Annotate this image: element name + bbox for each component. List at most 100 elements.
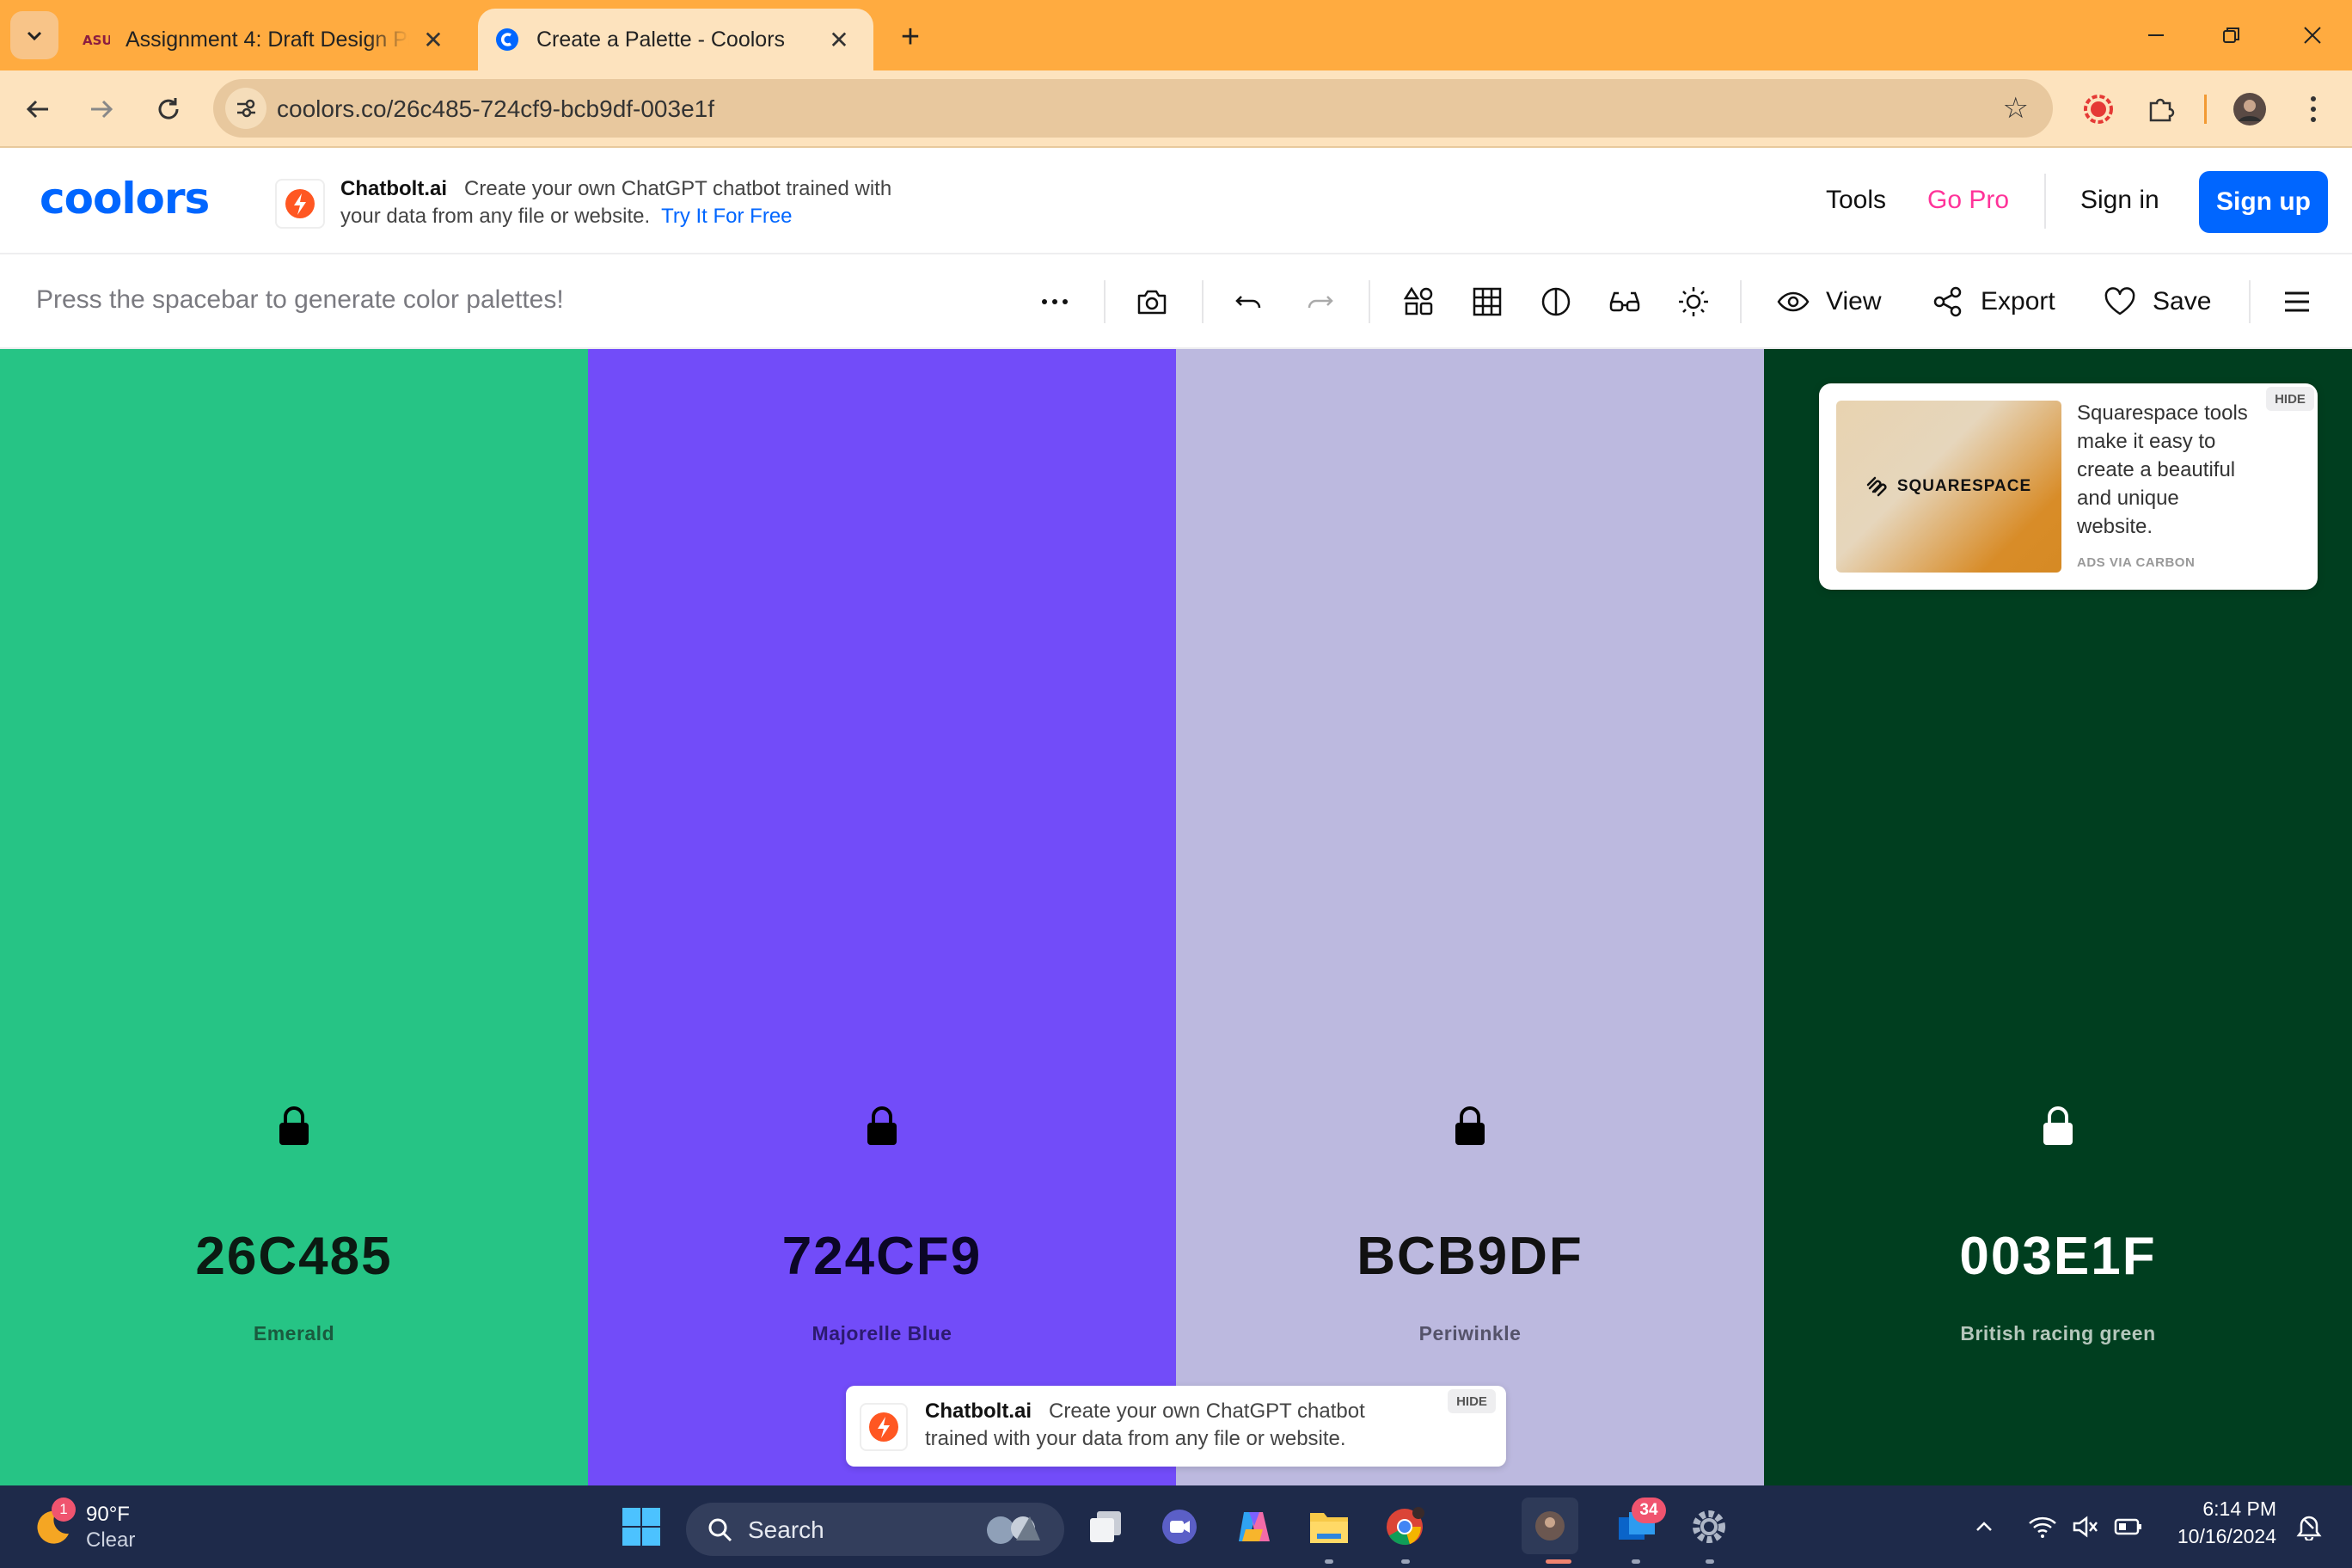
restore-icon[interactable]	[2206, 15, 2257, 55]
address-bar[interactable]: coolors.co/26c485-724cf9-bcb9df-003e1f ☆	[213, 79, 2053, 138]
mail-badge: 34	[1632, 1498, 1666, 1523]
search-icon	[708, 1518, 732, 1542]
ad-cta-link[interactable]: Try It For Free	[661, 205, 792, 228]
running-indicator	[1632, 1559, 1640, 1564]
glasses-icon[interactable]	[1606, 278, 1644, 326]
back-arrow-icon[interactable]	[15, 87, 60, 132]
hide-ad-button[interactable]: HIDE	[2266, 387, 2314, 411]
browser-toolbar: coolors.co/26c485-724cf9-bcb9df-003e1f ☆	[0, 70, 2352, 148]
teams-chat-icon[interactable]	[1155, 1503, 1204, 1551]
heart-icon	[2104, 287, 2135, 315]
go-pro-link[interactable]: Go Pro	[1927, 186, 2009, 215]
task-view-icon[interactable]	[1081, 1503, 1130, 1551]
extension-icon[interactable]	[2079, 89, 2118, 129]
sign-in-link[interactable]: Sign in	[2080, 186, 2159, 215]
asu-icon: ASU	[83, 26, 110, 53]
color-name[interactable]: Majorelle Blue	[588, 1322, 1176, 1345]
reload-icon[interactable]	[146, 87, 191, 132]
grid-icon[interactable]	[1468, 278, 1506, 326]
tab-coolors[interactable]: Create a Palette - Coolors ✕	[478, 9, 873, 70]
lock-icon[interactable]	[865, 1106, 899, 1147]
windows-start-icon[interactable]	[617, 1503, 665, 1551]
weather-badge: 1	[52, 1498, 76, 1522]
sign-up-button[interactable]: Sign up	[2199, 171, 2328, 233]
carbon-ad[interactable]: SQUARESPACE Squarespace tools make it ea…	[1819, 383, 2318, 590]
more-options-icon[interactable]	[1033, 278, 1076, 326]
taskbar-search[interactable]: Search	[686, 1503, 1064, 1556]
lock-icon[interactable]	[1453, 1106, 1487, 1147]
profile-avatar[interactable]	[2230, 89, 2269, 129]
export-button[interactable]: Export	[1931, 278, 2055, 326]
running-indicator	[1325, 1559, 1333, 1564]
eye-icon	[1777, 291, 1810, 312]
hex-code[interactable]: 26C485	[0, 1226, 588, 1287]
show-hidden-icons-chevron[interactable]	[1967, 1503, 2001, 1551]
url-text: coolors.co/26c485-724cf9-bcb9df-003e1f	[277, 95, 715, 122]
wifi-icon[interactable]	[2024, 1503, 2061, 1551]
contrast-icon[interactable]	[1537, 278, 1575, 326]
ad-brand: Chatbolt.ai	[925, 1400, 1032, 1423]
color-column[interactable]: BCB9DF Periwinkle	[1176, 349, 1764, 1485]
bookmark-star-icon[interactable]: ☆	[2003, 91, 2029, 126]
hide-ad-button[interactable]: HIDE	[1448, 1389, 1496, 1413]
lock-icon[interactable]	[2041, 1106, 2075, 1147]
color-name[interactable]: Emerald	[0, 1322, 588, 1345]
toolbar-divider	[1369, 280, 1370, 323]
notification-bell-icon[interactable]	[2290, 1503, 2328, 1551]
bottom-ad[interactable]: Chatbolt.ai Create your own ChatGPT chat…	[846, 1386, 1506, 1467]
view-label: View	[1826, 287, 1882, 315]
tab-search-button[interactable]	[10, 11, 58, 59]
weather-condition: Clear	[86, 1528, 136, 1552]
site-info-icon[interactable]	[225, 88, 266, 129]
forward-arrow-icon[interactable]	[79, 87, 124, 132]
ad-body-text[interactable]: Squarespace tools make it easy to create…	[2077, 399, 2257, 541]
puzzle-extensions-icon[interactable]	[2141, 89, 2180, 129]
color-column[interactable]: 724CF9 Majorelle Blue	[588, 349, 1176, 1485]
toolbar-divider	[1104, 280, 1106, 323]
copilot-icon[interactable]	[1229, 1503, 1277, 1551]
chevron-down-icon	[27, 31, 42, 41]
profile-app-icon[interactable]	[1522, 1498, 1578, 1554]
weather-widget[interactable]: 1 90°F Clear	[26, 1498, 198, 1558]
view-button[interactable]: View	[1776, 278, 1881, 326]
shapes-icon[interactable]	[1400, 278, 1437, 326]
close-window-icon[interactable]	[2287, 15, 2338, 55]
hex-code[interactable]: BCB9DF	[1176, 1226, 1764, 1287]
toolbar-divider	[2249, 280, 2251, 323]
running-indicator	[1546, 1559, 1571, 1564]
tab-strip: ASU Assignment 4: Draft Design Pro ✕ Cre…	[0, 0, 2352, 70]
toolbar-divider	[1740, 280, 1742, 323]
file-explorer-icon[interactable]	[1305, 1503, 1353, 1551]
minimize-icon[interactable]	[2130, 15, 2182, 55]
volume-muted-icon[interactable]	[2067, 1503, 2104, 1551]
hex-code[interactable]: 724CF9	[588, 1226, 1176, 1287]
lock-icon[interactable]	[277, 1106, 311, 1147]
ads-via-carbon[interactable]: ADS VIA CARBON	[2077, 555, 2195, 570]
hex-code[interactable]: 003E1F	[1764, 1226, 2352, 1287]
squarespace-ad-image[interactable]: SQUARESPACE	[1836, 401, 2061, 573]
more-menu-icon[interactable]	[2294, 89, 2333, 129]
color-name[interactable]: Periwinkle	[1176, 1322, 1764, 1345]
settings-gear-icon[interactable]	[1685, 1503, 1733, 1551]
color-column[interactable]: 26C485 Emerald	[0, 349, 588, 1485]
close-tab-icon[interactable]: ✕	[824, 24, 854, 55]
save-button[interactable]: Save	[2103, 278, 2211, 326]
tab-title: Assignment 4: Draft Design Pro	[126, 27, 409, 52]
tab-assignment[interactable]: ASU Assignment 4: Draft Design Pro ✕	[72, 9, 468, 70]
new-tab-button[interactable]: +	[891, 17, 930, 57]
camera-icon[interactable]	[1133, 278, 1171, 326]
hamburger-menu-icon[interactable]	[2278, 278, 2316, 326]
sun-icon[interactable]	[1675, 278, 1712, 326]
svg-text:ASU: ASU	[83, 33, 110, 48]
sponsored-ad[interactable]: Chatbolt.ai Create your own ChatGPT chat…	[275, 174, 894, 234]
chrome-icon[interactable]	[1381, 1503, 1429, 1551]
clock-date[interactable]: 10/16/2024	[2156, 1525, 2276, 1548]
color-name[interactable]: British racing green	[1764, 1322, 2352, 1345]
clock-time[interactable]: 6:14 PM	[2156, 1498, 2276, 1521]
undo-icon[interactable]	[1231, 278, 1269, 326]
close-tab-icon[interactable]: ✕	[418, 24, 449, 55]
tools-link[interactable]: Tools	[1826, 186, 1886, 215]
coolors-logo[interactable]: coolors	[40, 174, 210, 224]
redo-icon[interactable]	[1300, 278, 1338, 326]
battery-icon[interactable]	[2110, 1503, 2147, 1551]
